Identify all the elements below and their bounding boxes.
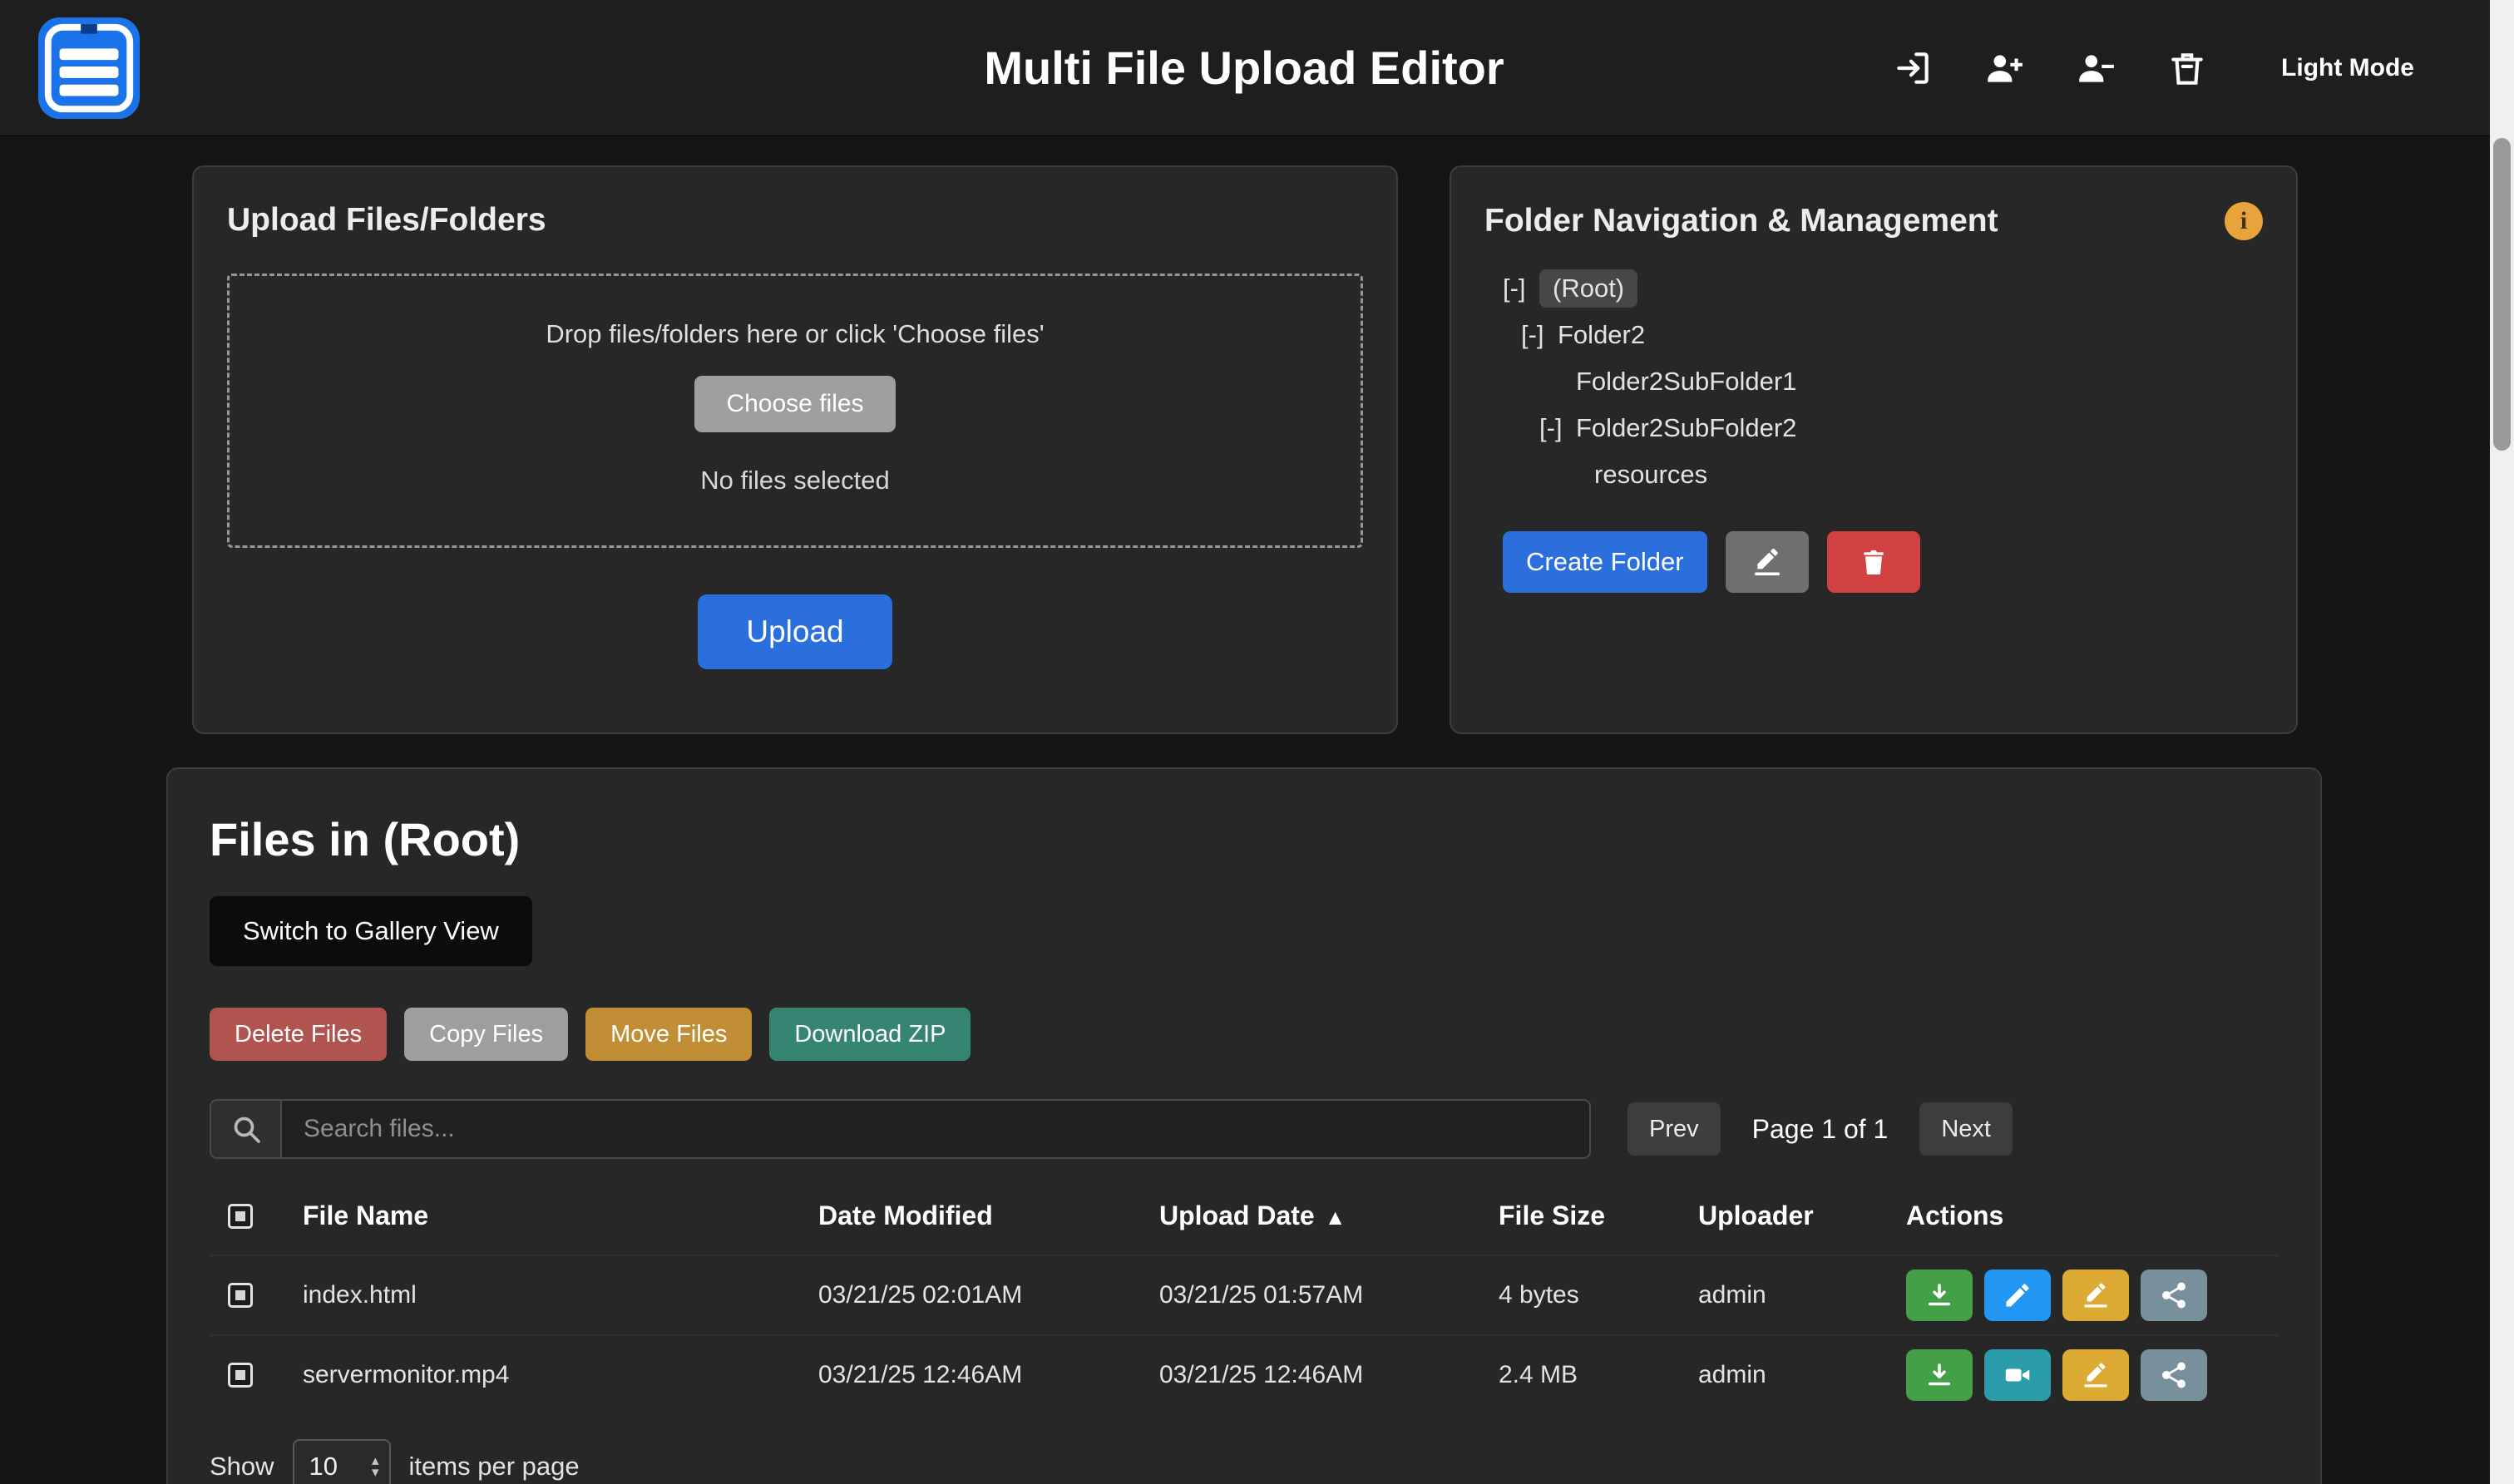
file-size-cell: 2.4 MB	[1499, 1361, 1698, 1389]
add-user-icon[interactable]	[1982, 46, 2027, 91]
tree-label-resources[interactable]: resources	[1594, 460, 1707, 490]
next-page-button[interactable]: Next	[1919, 1102, 2013, 1156]
file-size-cell: 4 bytes	[1499, 1281, 1698, 1309]
items-per-page-value: 10	[309, 1452, 338, 1482]
edit-pencil-icon	[2003, 1280, 2032, 1310]
table-row: servermonitor.mp4 03/21/25 12:46AM 03/21…	[210, 1334, 2279, 1414]
upload-button[interactable]: Upload	[698, 594, 892, 669]
files-table: File Name Date Modified Upload Date ▲ Fil…	[210, 1159, 2279, 1414]
upload-date-cell: 03/21/25 12:46AM	[1159, 1361, 1499, 1389]
files-panel: Files in (Root) Switch to Gallery View D…	[166, 767, 2322, 1484]
upload-panel: Upload Files/Folders Drop files/folders …	[192, 165, 1398, 734]
tree-label-root[interactable]: (Root)	[1539, 269, 1637, 308]
remove-user-icon[interactable]	[2073, 46, 2118, 91]
select-stepper-icon: ▴▾	[372, 1455, 379, 1477]
scrollbar-thumb[interactable]	[2493, 138, 2511, 451]
rename-folder-button[interactable]	[1726, 531, 1809, 593]
tree-node-resources: resources	[1503, 451, 2263, 498]
no-files-text: No files selected	[230, 466, 1361, 495]
column-header-actions: Actions	[1906, 1201, 2279, 1231]
video-camera-icon	[2003, 1360, 2032, 1390]
select-all-checkbox[interactable]	[228, 1204, 253, 1229]
date-modified-cell: 03/21/25 02:01AM	[818, 1281, 1159, 1309]
table-header-row: File Name Date Modified Upload Date ▲ Fil…	[210, 1159, 2279, 1255]
tree-label-folder2subfolder2[interactable]: Folder2SubFolder2	[1576, 413, 1796, 443]
rename-icon	[1751, 545, 1784, 579]
column-header-uploader[interactable]: Uploader	[1698, 1201, 1906, 1231]
choose-files-button[interactable]: Choose files	[694, 376, 895, 432]
page-title: Multi File Upload Editor	[984, 41, 1504, 95]
column-header-upload-date-label: Upload Date	[1159, 1201, 1315, 1230]
rename-icon	[2081, 1280, 2111, 1310]
folder-panel-title: Folder Navigation & Management	[1484, 203, 1998, 239]
copy-files-button[interactable]: Copy Files	[404, 1008, 568, 1061]
row-checkbox[interactable]	[228, 1283, 253, 1308]
date-modified-cell: 03/21/25 12:46AM	[818, 1361, 1159, 1389]
app-header: Multi File Upload Editor Light Mode	[0, 0, 2514, 136]
show-label: Show	[210, 1452, 274, 1482]
logout-icon[interactable]	[1890, 46, 1935, 91]
rename-file-button[interactable]	[2062, 1349, 2129, 1401]
uploader-cell: admin	[1698, 1361, 1906, 1389]
upload-panel-title: Upload Files/Folders	[227, 202, 1363, 239]
prev-page-button[interactable]: Prev	[1627, 1102, 1721, 1156]
info-icon[interactable]: i	[2225, 202, 2263, 240]
items-per-page-select[interactable]: 10 ▴▾	[293, 1439, 391, 1484]
rename-icon	[2081, 1360, 2111, 1390]
gallery-view-toggle-button[interactable]: Switch to Gallery View	[210, 896, 532, 966]
tree-toggle-icon[interactable]: [-]	[1503, 274, 1539, 303]
uploader-cell: admin	[1698, 1281, 1906, 1309]
tree-label-folder2subfolder1[interactable]: Folder2SubFolder1	[1576, 367, 1796, 397]
download-file-button[interactable]	[1906, 1270, 1973, 1321]
row-checkbox[interactable]	[228, 1363, 253, 1388]
download-zip-button[interactable]: Download ZIP	[769, 1008, 971, 1061]
file-dropzone[interactable]: Drop files/folders here or click 'Choose…	[227, 274, 1363, 548]
tree-node-folder2: [-] Folder2	[1503, 312, 2263, 358]
tree-toggle-icon[interactable]: [-]	[1521, 320, 1558, 350]
tree-label-folder2[interactable]: Folder2	[1558, 320, 1645, 350]
share-icon	[2159, 1360, 2189, 1390]
trash-icon	[1857, 545, 1890, 579]
download-file-button[interactable]	[1906, 1349, 1973, 1401]
sort-asc-icon: ▲	[1325, 1205, 1346, 1230]
folder-panel: Folder Navigation & Management i [-] (Ro…	[1450, 165, 2298, 734]
file-name-cell: servermonitor.mp4	[303, 1361, 818, 1389]
page-scrollbar[interactable]	[2490, 0, 2514, 1484]
column-header-file-size[interactable]: File Size	[1499, 1201, 1698, 1231]
edit-file-button[interactable]	[1984, 1270, 2051, 1321]
column-header-file-name[interactable]: File Name	[303, 1201, 818, 1231]
column-header-upload-date[interactable]: Upload Date ▲	[1159, 1201, 1499, 1231]
items-per-page-label: items per page	[409, 1452, 580, 1482]
download-icon	[1924, 1280, 1954, 1310]
app-logo-icon	[37, 16, 141, 121]
share-file-button[interactable]	[2141, 1349, 2207, 1401]
page-indicator: Page 1 of 1	[1752, 1114, 1889, 1145]
column-header-date-modified[interactable]: Date Modified	[818, 1201, 1159, 1231]
tree-node-folder2subfolder2: [-] Folder2SubFolder2	[1503, 405, 2263, 451]
delete-folder-button[interactable]	[1827, 531, 1920, 593]
upload-date-cell: 03/21/25 01:57AM	[1159, 1281, 1499, 1309]
rename-file-button[interactable]	[2062, 1270, 2129, 1321]
file-name-cell: index.html	[303, 1281, 818, 1309]
folder-tree: [-] (Root) [-] Folder2 Folder2SubFolder1…	[1484, 265, 2263, 498]
move-files-button[interactable]: Move Files	[585, 1008, 752, 1061]
tree-node-folder2subfolder1: Folder2SubFolder1	[1503, 358, 2263, 405]
play-video-button[interactable]	[1984, 1349, 2051, 1401]
search-input[interactable]	[280, 1099, 1591, 1159]
tree-node-root: [-] (Root)	[1503, 265, 2263, 312]
light-mode-toggle[interactable]: Light Mode	[2281, 54, 2414, 82]
table-row: index.html 03/21/25 02:01AM 03/21/25 01:…	[210, 1255, 2279, 1334]
files-panel-title: Files in (Root)	[210, 812, 2320, 866]
download-icon	[1924, 1360, 1954, 1390]
share-icon	[2159, 1280, 2189, 1310]
dropzone-text: Drop files/folders here or click 'Choose…	[230, 319, 1361, 349]
tree-toggle-icon[interactable]: [-]	[1539, 413, 1576, 443]
search-icon	[210, 1099, 280, 1159]
delete-files-button[interactable]: Delete Files	[210, 1008, 387, 1061]
create-folder-button[interactable]: Create Folder	[1503, 531, 1707, 593]
delete-account-icon[interactable]	[2165, 46, 2210, 91]
share-file-button[interactable]	[2141, 1270, 2207, 1321]
